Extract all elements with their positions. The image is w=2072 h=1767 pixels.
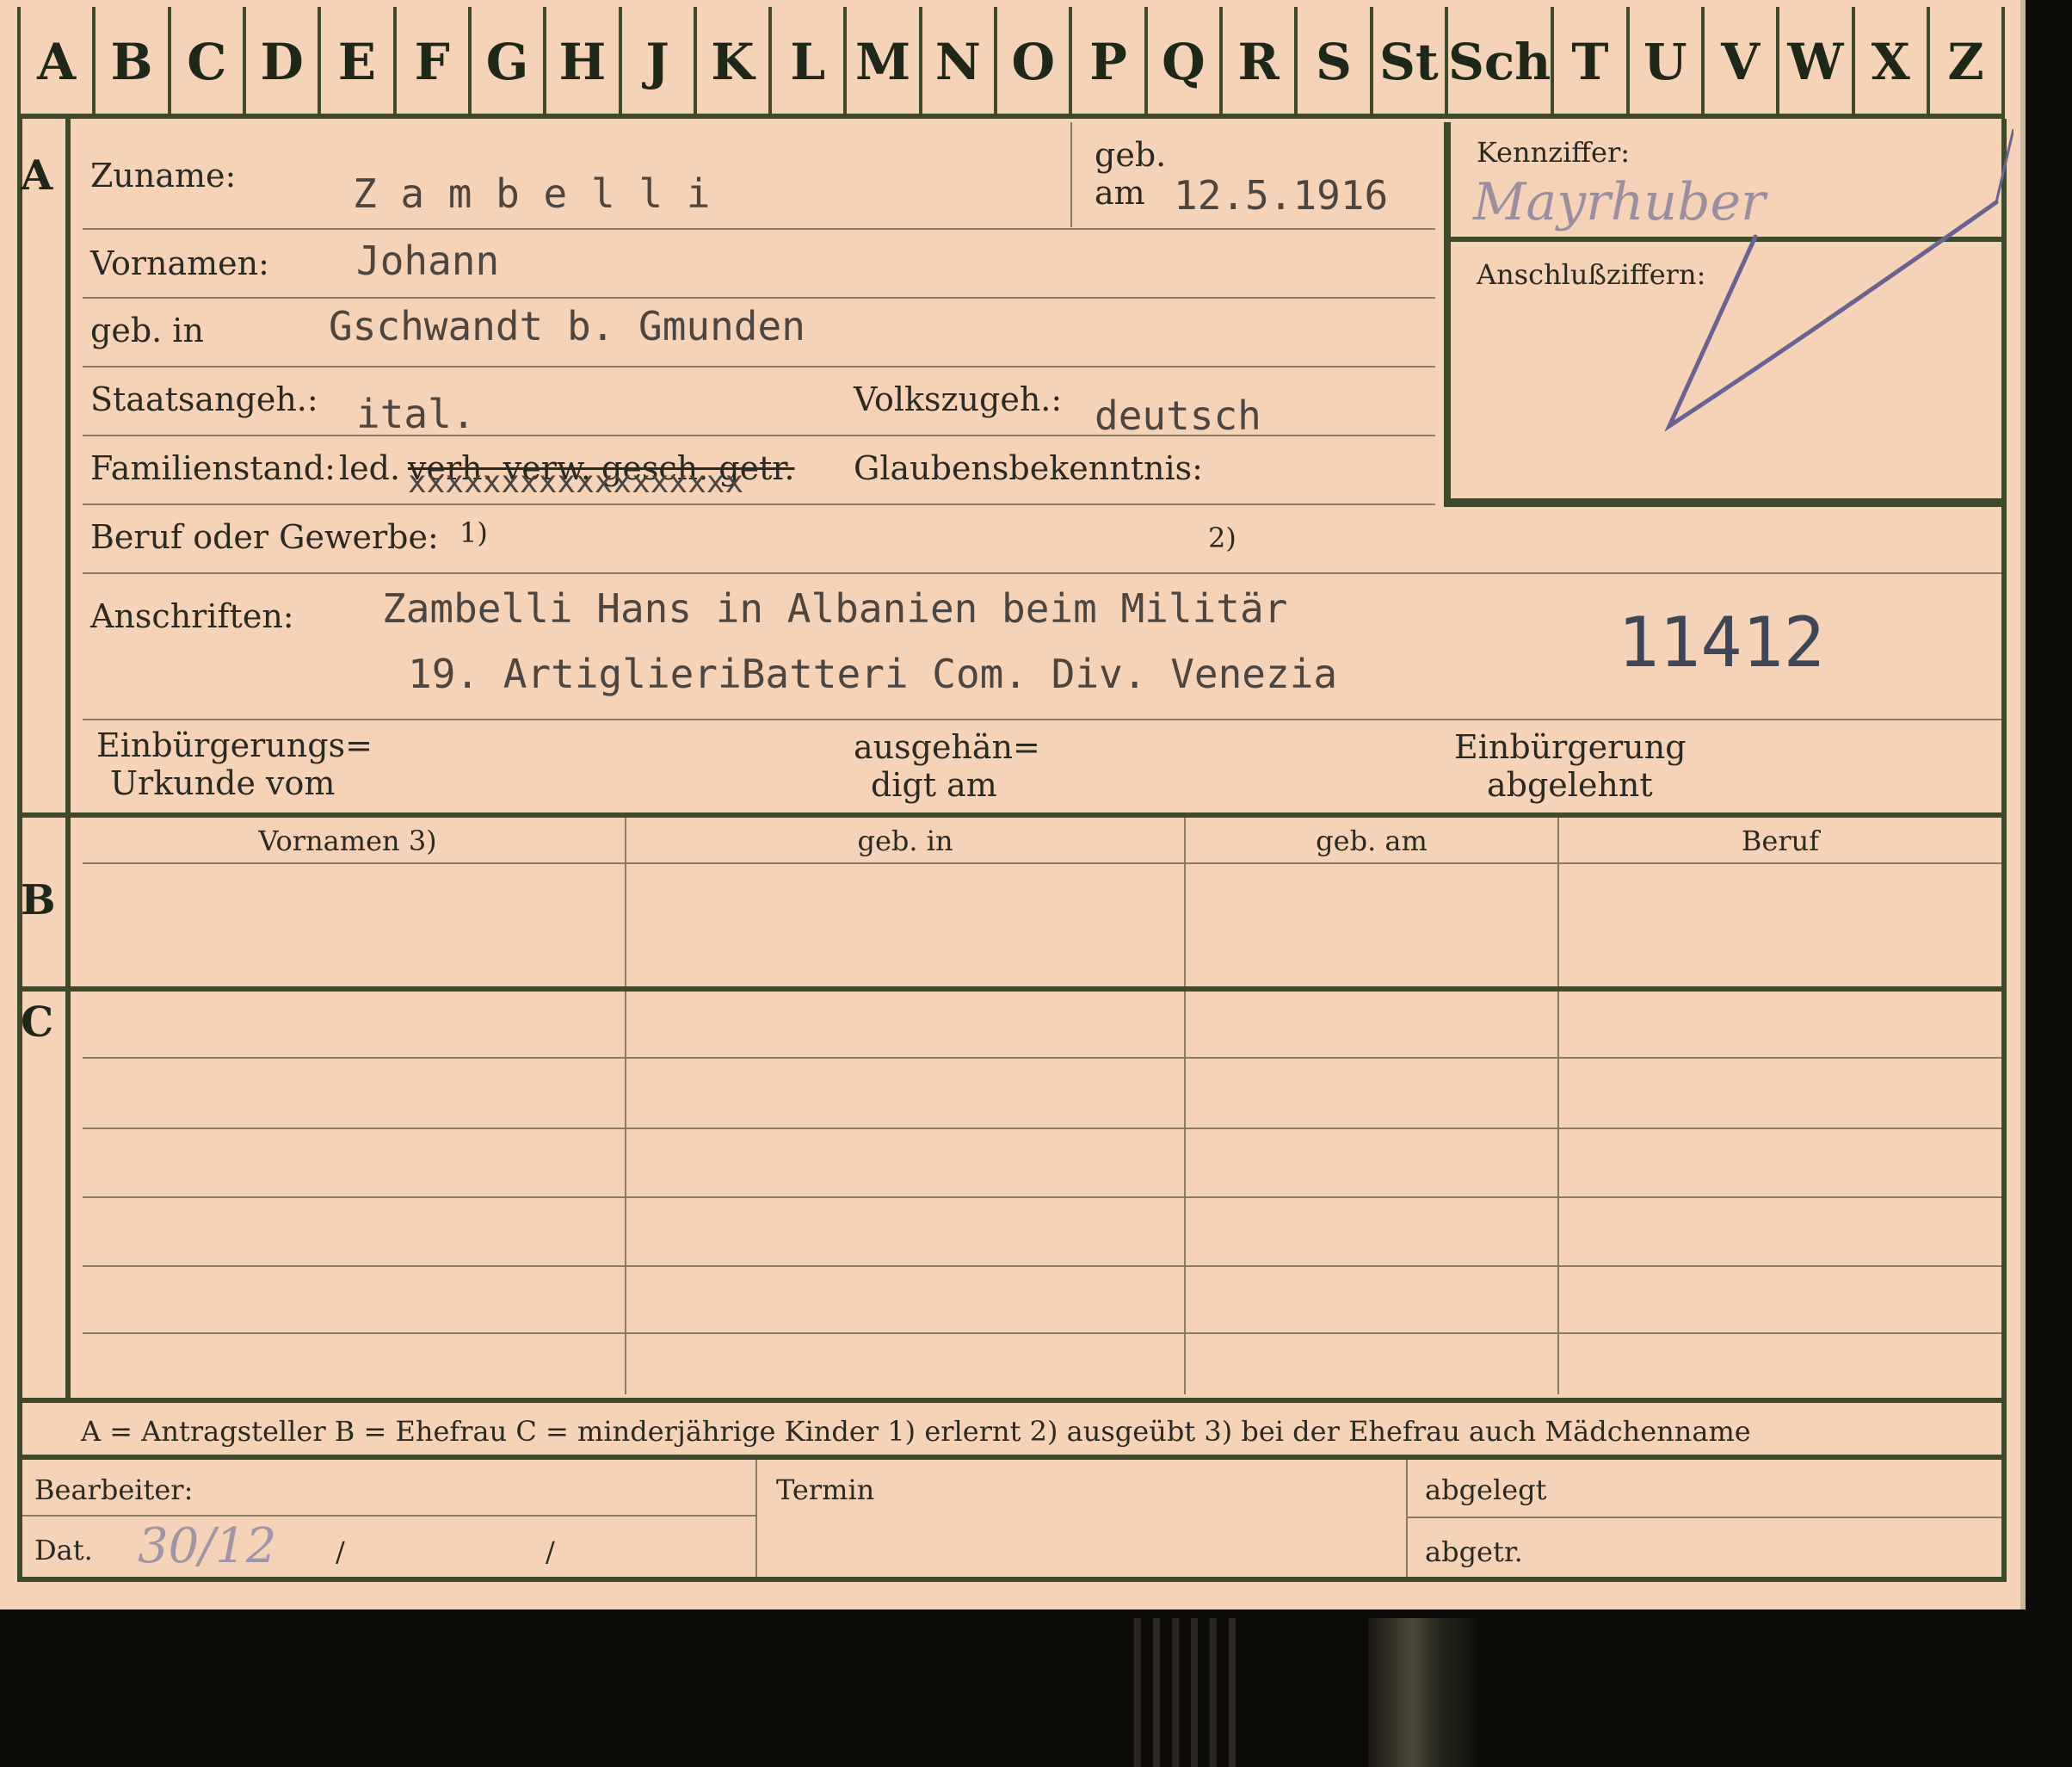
citizenship-label: Staatsangeh.: (90, 380, 318, 418)
alphabet-letter-tab: X (1855, 7, 1930, 116)
col-header-profession: Beruf (1741, 825, 1820, 857)
citizenship-value: ital. (356, 391, 476, 437)
checkmark-strike-icon (1664, 128, 2013, 432)
alphabet-letter-tab: V (1705, 7, 1780, 116)
child-row-line (83, 1057, 2001, 1059)
firstnames-value: Johann (356, 238, 500, 284)
firstnames-label: Vornamen: (90, 244, 269, 282)
alphabet-letter-tab: D (246, 7, 322, 116)
alphabet-letter-tab: C (171, 7, 246, 116)
address-label: Anschriften: (90, 597, 294, 635)
surname-label: Zuname: (90, 157, 237, 195)
alphabet-letter-tab: M (847, 7, 922, 116)
naturalization-doc-label-2: Urkunde vom (110, 764, 336, 802)
child-row-line (83, 1128, 2001, 1129)
alphabet-letter-tab: E (321, 7, 397, 116)
col-header-firstnames: Vornamen 3) (258, 825, 437, 857)
alphabet-letter-tab: O (997, 7, 1073, 116)
filed-label: abgelegt (1425, 1474, 1547, 1506)
alphabet-letter-tab: U (1630, 7, 1705, 116)
section-b-marker: B (21, 876, 56, 924)
alphabet-letter-tab: J (622, 7, 697, 116)
date-handwritten: 30/12 (138, 1518, 277, 1574)
col-header-birthplace: geb. in (857, 825, 953, 857)
ethnicity-label: Volkszugeh.: (854, 380, 1063, 418)
address-line-2: 19. ArtiglieriBatteri Com. Div. Venezia (408, 651, 1338, 697)
section-a-marker: A (21, 151, 53, 200)
naturalization-doc-label-1: Einbürgerungs= (96, 726, 373, 764)
profession-label: Beruf oder Gewerbe: (90, 518, 439, 556)
address-line-1: Zambelli Hans in Albanien beim Militär (382, 585, 1288, 632)
alphabet-letter-tab: G (472, 7, 547, 116)
marital-overtype: xxxxxxxxxxxxxxxxxx (408, 465, 744, 500)
alphabet-letter-tab: N (922, 7, 998, 116)
birthdate-label-bottom: am (1095, 174, 1145, 212)
deadline-label: Termin (776, 1474, 875, 1506)
strip-bottom-rule (17, 114, 2005, 119)
date-separator-2: / (546, 1535, 555, 1568)
birthdate-label-top: geb. (1095, 136, 1167, 174)
naturalization-refused-label-2: abgelehnt (1487, 766, 1653, 804)
section-c-marker: C (21, 998, 54, 1047)
naturalization-refused-label-1: Einbürgerung (1454, 728, 1687, 766)
alphabet-letter-tab: Q (1148, 7, 1223, 116)
handed-over-label-1: ausgehän= (854, 728, 1040, 766)
alphabet-letter-tab: T (1554, 7, 1630, 116)
alphabet-letter-tab: A (17, 7, 96, 116)
profession-footnote-2: 2) (1208, 522, 1236, 554)
col-header-birthdate: geb. am (1316, 825, 1428, 857)
scan-artifact (1368, 1618, 1480, 1767)
alphabet-letter-tab: R (1223, 7, 1298, 116)
child-row-line (83, 1265, 2001, 1267)
handed-over-label-2: digt am (871, 766, 997, 804)
child-row-line (83, 1332, 2001, 1334)
stamp-number: 11412 (1618, 602, 1825, 683)
alphabet-letter-tab: F (397, 7, 472, 116)
ethnicity-value: deutsch (1095, 392, 1261, 439)
marital-status-single: led. (339, 449, 401, 487)
legend: A = Antragsteller B = Ehefrau C = minder… (81, 1415, 1751, 1448)
scan-artifact (1134, 1618, 1237, 1767)
surname-value: Z a m b e l l i (353, 170, 711, 217)
date-label: Dat. (34, 1534, 93, 1566)
alphabet-letter-tab: S (1298, 7, 1373, 116)
alphabet-letter-tab: H (546, 7, 622, 116)
birthplace-label: geb. in (90, 312, 204, 349)
religion-label: Glaubensbekenntnis: (854, 449, 1203, 487)
birthdate-value: 12.5.1916 (1174, 172, 1389, 219)
alphabet-letter-tab: St (1373, 7, 1448, 116)
birthplace-value: Gschwandt b. Gmunden (329, 303, 805, 349)
alphabet-letter-tab: Sch (1448, 7, 1555, 116)
clerk-label: Bearbeiter: (34, 1474, 194, 1506)
registration-card: A B C D E F G H J K L M N O P Q R S St Sch T U V W X Z A Zuname: … (0, 0, 2026, 1609)
profession-footnote-1: 1) (459, 516, 488, 549)
child-row-line (83, 1196, 2001, 1198)
date-separator-1: / (336, 1535, 345, 1568)
alphabet-letter-tab: Z (1930, 7, 2006, 116)
alphabet-letter-tab: K (697, 7, 773, 116)
alphabet-letter-tab: L (772, 7, 848, 116)
alphabet-letter-tab: B (96, 7, 171, 116)
transferred-label: abgetr. (1425, 1535, 1523, 1568)
alphabet-index-strip: A B C D E F G H J K L M N O P Q R S St Sch T U V W X Z (17, 7, 2006, 116)
alphabet-letter-tab: W (1779, 7, 1855, 116)
marital-status-label: Familienstand: (90, 449, 336, 487)
alphabet-letter-tab: P (1072, 7, 1148, 116)
